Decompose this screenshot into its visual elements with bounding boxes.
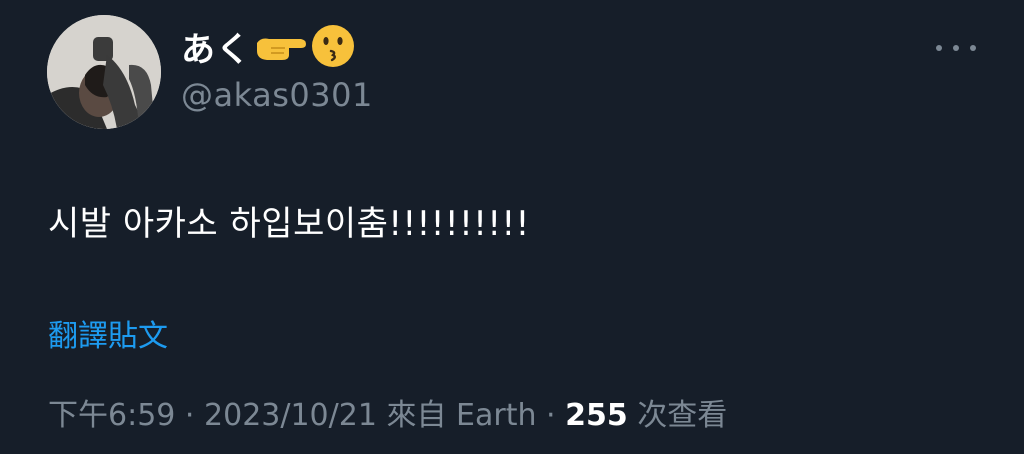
more-dot	[970, 45, 976, 51]
more-options-icon[interactable]	[936, 38, 976, 58]
display-name[interactable]: あく	[181, 24, 355, 70]
views-count: 255	[565, 398, 628, 433]
backhand-index-pointing-right-emoji	[255, 31, 307, 61]
tweet-text: 시발 아카소 하입보이춤!!!!!!!!!!	[48, 204, 530, 244]
translate-post-link[interactable]: 翻譯貼文	[48, 311, 168, 355]
kissing-face-emoji	[311, 24, 355, 68]
more-dot	[953, 45, 959, 51]
views-label: 次查看	[637, 398, 728, 433]
tweet-meta: 下午6:59 · 2023/10/21 來自 Earth · 255 次查看	[48, 390, 727, 434]
tweet-source: 來自 Earth	[386, 398, 537, 433]
user-handle[interactable]: @akas0301	[181, 76, 373, 114]
tweet-time[interactable]: 下午6:59	[48, 398, 175, 433]
meta-separator: ·	[184, 398, 195, 433]
tweet: あく @akas0301 시발 아카소 하입보이춤!!!!!!!!!! 翻譯貼文…	[0, 0, 1024, 454]
meta-separator: ·	[546, 398, 556, 433]
avatar[interactable]	[47, 15, 161, 129]
more-dot	[936, 45, 942, 51]
tweet-date[interactable]: 2023/10/21	[204, 398, 377, 433]
display-name-text: あく	[181, 29, 251, 70]
